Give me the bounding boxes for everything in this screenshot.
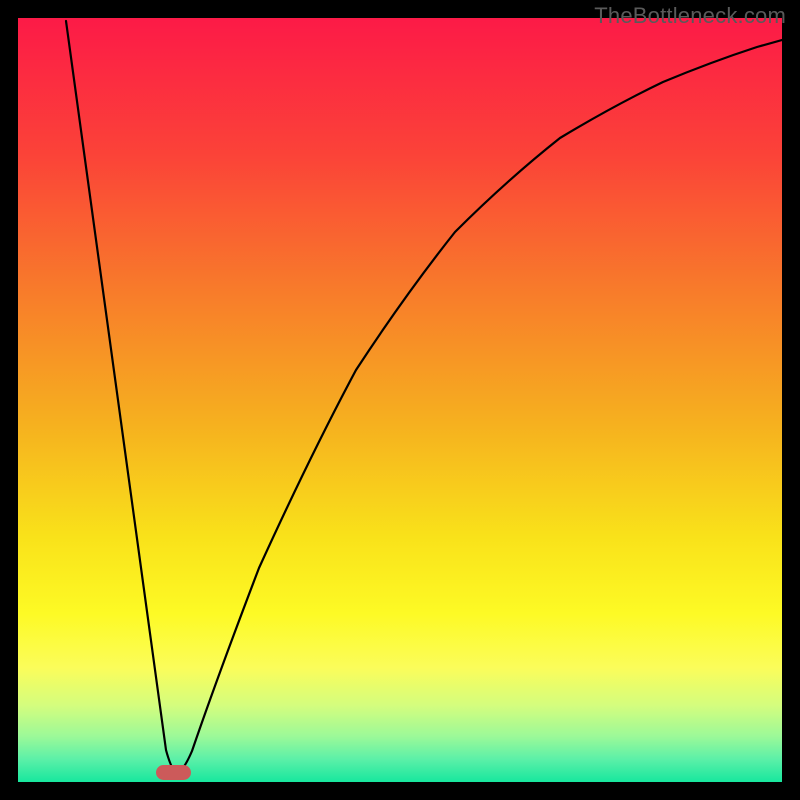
watermark-text: TheBottleneck.com	[594, 3, 786, 29]
bottleneck-chart: TheBottleneck.com	[0, 0, 800, 800]
optimal-marker	[156, 765, 191, 780]
chart-svg	[0, 0, 800, 800]
chart-background	[18, 18, 782, 782]
